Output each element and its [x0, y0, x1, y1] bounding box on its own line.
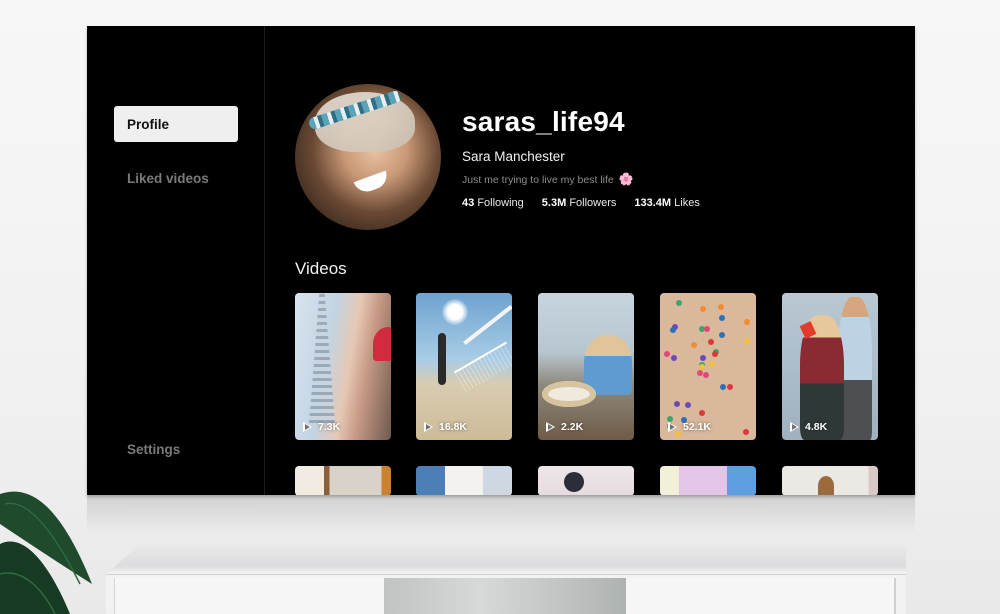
video-thumbnail[interactable]	[416, 466, 512, 495]
full-name: Sara Manchester	[462, 149, 565, 164]
beach-umbrella	[744, 338, 750, 344]
beach-umbrella	[727, 384, 733, 390]
video-thumbnail[interactable]	[782, 466, 878, 495]
play-icon	[303, 422, 312, 432]
play-icon	[424, 422, 433, 432]
beach-umbrella	[704, 326, 710, 332]
beach-umbrella	[664, 351, 670, 357]
stat-label: Likes	[674, 197, 700, 209]
view-count-text: 16.8K	[439, 421, 468, 433]
cabinet-door-right	[626, 578, 896, 614]
video-thumbnail[interactable]: 16.8K	[416, 293, 512, 440]
stat-followers[interactable]: 5.3M Followers	[542, 197, 617, 209]
view-count: 2.2K	[546, 421, 583, 433]
video-thumbnail[interactable]	[538, 466, 634, 495]
beach-umbrella	[699, 364, 705, 370]
view-count: 52.1K	[668, 421, 711, 433]
video-thumbnail[interactable]: 2.2K	[538, 293, 634, 440]
beach-umbrella	[744, 319, 750, 325]
video-thumbnail[interactable]: 7.3K	[295, 293, 391, 440]
play-icon	[546, 422, 555, 432]
username: saras_life94	[462, 106, 625, 137]
video-thumbnail[interactable]	[295, 466, 391, 495]
beach-umbrella	[671, 355, 677, 361]
thumbnail-image	[438, 333, 446, 385]
sidebar-item-liked-videos[interactable]: Liked videos	[114, 160, 238, 196]
video-thumbnail[interactable]: 52.1K	[660, 293, 756, 440]
beach-umbrella	[743, 429, 749, 435]
beach-umbrella	[720, 384, 726, 390]
tv-cabinet	[106, 546, 906, 614]
stat-value: 43	[462, 197, 475, 209]
sidebar-item-label: Profile	[127, 116, 170, 132]
beach-umbrella	[708, 339, 714, 345]
view-count: 4.8K	[790, 421, 827, 433]
beach-umbrella	[718, 304, 724, 310]
stat-value: 133.4M	[634, 197, 672, 209]
thumbnail-image	[442, 299, 468, 325]
view-count-text: 2.2K	[561, 421, 584, 433]
view-count: 16.8K	[424, 421, 467, 433]
beach-umbrella	[674, 401, 680, 407]
beach-umbrella	[712, 351, 718, 357]
tv-shadow	[87, 494, 915, 534]
cabinet-shelf	[384, 578, 626, 614]
bio: Just me trying to live my best life 🌸	[462, 172, 634, 186]
thumbnail-image	[463, 304, 512, 346]
beach-umbrella	[670, 327, 676, 333]
tv-screen: Profile Liked videos Settings saras_life…	[87, 26, 915, 495]
cabinet-top	[106, 546, 906, 574]
view-count-text: 4.8K	[805, 421, 828, 433]
sidebar-item-settings[interactable]: Settings	[114, 431, 238, 467]
cabinet-door-left	[114, 578, 384, 614]
beach-umbrella	[700, 306, 706, 312]
profile-stats: 43 Following 5.3M Followers 133.4M Likes	[462, 197, 700, 209]
thumbnail-image	[454, 341, 512, 393]
beach-umbrella	[691, 342, 697, 348]
play-icon	[790, 422, 799, 432]
beach-umbrella	[703, 372, 709, 378]
stat-likes: 133.4M Likes	[634, 197, 699, 209]
plant-leaves	[0, 491, 92, 614]
beach-umbrella	[719, 315, 725, 321]
view-count-text: 7.3K	[318, 421, 341, 433]
video-thumbnail[interactable]: 4.8K	[782, 293, 878, 440]
videos-heading: Videos	[295, 259, 347, 278]
thumbnail-image	[542, 381, 596, 407]
stat-label: Followers	[569, 197, 617, 209]
beach-umbrella	[700, 355, 706, 361]
thumbnail-image	[373, 327, 391, 361]
thumbnail-image	[309, 293, 335, 423]
stat-following[interactable]: 43 Following	[462, 197, 524, 209]
beach-umbrella	[699, 410, 705, 416]
flower-icon: 🌸	[618, 172, 634, 186]
sidebar-item-label: Liked videos	[127, 170, 209, 186]
sidebar: Profile Liked videos Settings	[87, 26, 265, 495]
video-thumbnail[interactable]	[660, 466, 756, 495]
beach-umbrella	[719, 332, 725, 338]
view-count-text: 52.1K	[683, 421, 712, 433]
stat-value: 5.3M	[541, 197, 567, 209]
view-count: 7.3K	[303, 421, 340, 433]
play-icon	[668, 422, 677, 432]
avatar	[295, 84, 441, 230]
sidebar-item-label: Settings	[127, 441, 181, 457]
avatar-smile	[353, 170, 391, 196]
bio-text: Just me trying to live my best life	[462, 174, 614, 186]
beach-umbrella	[676, 300, 682, 306]
stat-label: Following	[477, 197, 524, 209]
beach-umbrella	[685, 402, 691, 408]
beach-umbrella	[709, 361, 715, 367]
sidebar-item-profile[interactable]: Profile	[114, 106, 238, 142]
profile-main: saras_life94 Sara Manchester Just me try…	[295, 26, 915, 495]
